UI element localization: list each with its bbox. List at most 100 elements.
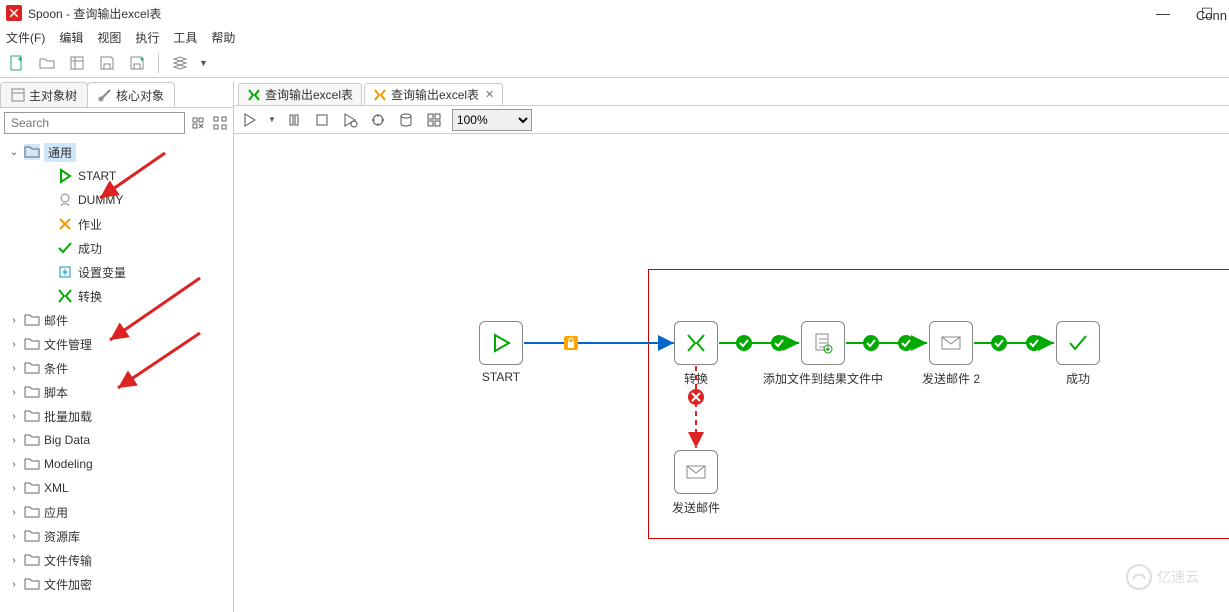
editor-tab-2-label: 查询输出excel表 <box>391 86 479 103</box>
debug-icon[interactable] <box>368 110 388 130</box>
chevron-right-icon[interactable]: › <box>8 435 20 446</box>
tree-general-label: 通用 <box>44 143 76 162</box>
sidebar-tabs: 主对象树 核心对象 <box>0 82 233 108</box>
folder-icon <box>24 576 40 592</box>
node-transform-label: 转换 <box>684 370 708 387</box>
main-toolbar: ▼ Conn <box>0 48 1229 78</box>
folder-icon <box>24 552 40 568</box>
tree-setvar[interactable]: 设置变量 <box>0 260 233 284</box>
chevron-right-icon[interactable]: › <box>8 483 20 494</box>
chevron-right-icon[interactable]: › <box>8 315 20 326</box>
tree-bulkload[interactable]: ›批量加载 <box>0 404 233 428</box>
tree-setvar-label: 设置变量 <box>78 264 126 281</box>
svg-text:亿速云: 亿速云 <box>1157 569 1199 585</box>
tree-bigdata[interactable]: ›Big Data <box>0 428 233 452</box>
tree-mail[interactable]: › 邮件 <box>0 308 233 332</box>
tree-success[interactable]: 成功 <box>0 236 233 260</box>
tree-fileenc[interactable]: ›文件加密 <box>0 572 233 596</box>
zoom-select[interactable]: 100% <box>452 109 532 131</box>
connection-label[interactable]: Conn <box>1196 0 1227 30</box>
tree-modeling[interactable]: › Modeling <box>0 452 233 476</box>
tree-script[interactable]: › 脚本 <box>0 380 233 404</box>
close-tab-icon[interactable]: ✕ <box>485 88 494 101</box>
tree-success-label: 成功 <box>78 240 102 257</box>
tree-modeling-label: Modeling <box>44 457 93 471</box>
tree-start[interactable]: START <box>0 164 233 188</box>
perspective-icon[interactable] <box>169 52 191 74</box>
tree-job[interactable]: 作业 <box>0 212 233 236</box>
sidebar: 主对象树 核心对象 ⌄ 通用 <box>0 82 234 612</box>
node-sendmail[interactable] <box>674 450 718 494</box>
transform-icon <box>56 287 74 305</box>
menu-run[interactable]: 执行 <box>135 29 159 46</box>
node-start[interactable] <box>479 321 523 365</box>
tree: ⌄ 通用 START DUMMY 作业 成功 设置变量 <box>0 138 233 612</box>
node-success-label: 成功 <box>1066 370 1090 387</box>
node-sendmail2[interactable] <box>929 321 973 365</box>
sql-icon[interactable] <box>396 110 416 130</box>
node-addfile[interactable] <box>801 321 845 365</box>
chevron-right-icon[interactable]: › <box>8 555 20 566</box>
folder-icon <box>24 360 40 376</box>
tree-general[interactable]: ⌄ 通用 <box>0 140 233 164</box>
pause-icon[interactable] <box>284 110 304 130</box>
menu-view[interactable]: 视图 <box>97 29 121 46</box>
minimize-button[interactable]: — <box>1141 0 1185 26</box>
tree-dummy[interactable]: DUMMY <box>0 188 233 212</box>
tree-transform[interactable]: 转换 <box>0 284 233 308</box>
titlebar: Spoon - 查询输出excel表 — ☐ <box>0 0 1229 26</box>
tree-mail-label: 邮件 <box>44 312 68 329</box>
menu-file[interactable]: 文件(F) <box>6 29 45 46</box>
search-input[interactable] <box>4 112 185 134</box>
chevron-right-icon[interactable]: › <box>8 339 20 350</box>
node-transform[interactable] <box>674 321 718 365</box>
run-icon[interactable] <box>240 110 260 130</box>
impact-icon[interactable] <box>424 110 444 130</box>
chevron-right-icon[interactable]: › <box>8 363 20 374</box>
tree-script-label: 脚本 <box>44 384 68 401</box>
menu-tools[interactable]: 工具 <box>173 29 197 46</box>
chevron-right-icon[interactable]: › <box>8 411 20 422</box>
save-icon[interactable] <box>96 52 118 74</box>
chevron-down-icon[interactable]: ⌄ <box>8 147 20 158</box>
chevron-right-icon[interactable]: › <box>8 387 20 398</box>
menu-edit[interactable]: 编辑 <box>59 29 83 46</box>
window-title: Spoon - 查询输出excel表 <box>28 5 161 22</box>
explore-icon[interactable] <box>66 52 88 74</box>
expand-all-icon[interactable] <box>189 114 207 132</box>
editor-tab-2[interactable]: 查询输出excel表 ✕ <box>364 83 503 105</box>
folder-icon <box>24 336 40 352</box>
preview-icon[interactable] <box>340 110 360 130</box>
tree-condition-label: 条件 <box>44 360 68 377</box>
canvas[interactable]: START 转换 添加文件到结果文件中 发送邮件 2 成功 发送邮件 亿速云 <box>234 134 1229 612</box>
tree-dummy-label: DUMMY <box>78 193 123 207</box>
open-file-icon[interactable] <box>36 52 58 74</box>
collapse-all-icon[interactable] <box>211 114 229 132</box>
save-as-icon[interactable] <box>126 52 148 74</box>
editor-tab-1[interactable]: 查询输出excel表 <box>238 83 362 105</box>
tree-repo-label: 资源库 <box>44 528 80 545</box>
tab-main-tree[interactable]: 主对象树 <box>0 82 88 107</box>
tree-filemgmt[interactable]: ›文件管理 <box>0 332 233 356</box>
folder-icon <box>24 384 40 400</box>
dropdown-icon[interactable]: ▼ <box>268 115 276 124</box>
tree-condition[interactable]: › 条件 <box>0 356 233 380</box>
folder-icon <box>24 432 40 448</box>
chevron-right-icon[interactable]: › <box>8 459 20 470</box>
node-success[interactable] <box>1056 321 1100 365</box>
tree-xml[interactable]: ›XML <box>0 476 233 500</box>
new-file-icon[interactable] <box>6 52 28 74</box>
editor: 查询输出excel表 查询输出excel表 ✕ ▼ 100% <box>234 82 1229 612</box>
tree-filetransfer[interactable]: › 文件传输 <box>0 548 233 572</box>
editor-tabs: 查询输出excel表 查询输出excel表 ✕ <box>234 82 1229 106</box>
menu-help[interactable]: 帮助 <box>211 29 235 46</box>
chevron-right-icon[interactable]: › <box>8 579 20 590</box>
chevron-right-icon[interactable]: › <box>8 507 20 518</box>
dropdown-icon[interactable]: ▼ <box>199 58 208 68</box>
tab-core-objects[interactable]: 核心对象 <box>87 82 175 107</box>
tree-repo[interactable]: › 资源库 <box>0 524 233 548</box>
tree-filetransfer-label: 文件传输 <box>44 552 92 569</box>
tree-app[interactable]: ›应用 <box>0 500 233 524</box>
stop-icon[interactable] <box>312 110 332 130</box>
chevron-right-icon[interactable]: › <box>8 531 20 542</box>
